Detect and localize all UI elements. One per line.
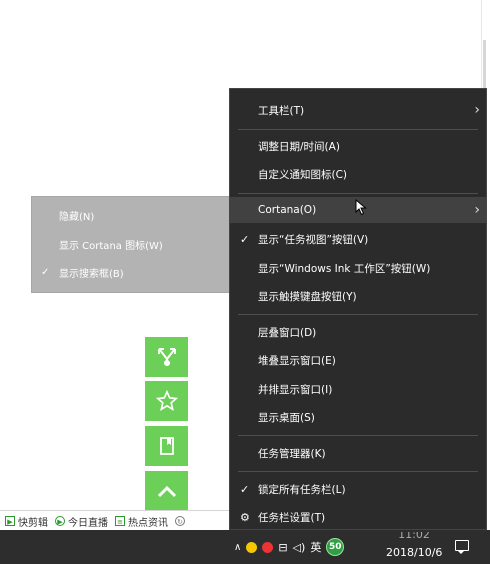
network-icon[interactable]: ⊟ [278,541,287,554]
cortana-submenu: 隐藏(N) 显示 Cortana 图标(W) ✓ 显示搜索框(B) [31,196,230,293]
menu-item-label: 显示桌面(S) [258,411,315,424]
menu-separator [238,435,478,436]
security-badge[interactable]: 50 [326,538,345,556]
menu-item-show-touch-keyboard[interactable]: 显示触摸键盘按钮(Y) [230,283,486,309]
submenu-item-label: 显示搜索框(B) [59,268,124,280]
toolbar-item-live[interactable]: ▶ 今日直播 [55,514,108,529]
menu-item-label: 工具栏(T) [258,104,305,117]
menu-item-task-manager[interactable]: 任务管理器(K) [230,440,486,466]
menu-item-cascade-windows[interactable]: 层叠窗口(D) [230,319,486,345]
chevron-right-icon: › [474,102,480,118]
back-to-top-button[interactable] [145,471,188,510]
play-circle-icon: ▶ [55,516,65,526]
toolbar-item-kuaijianji[interactable]: ▶ 快剪辑 [5,514,48,529]
menu-item-label: 显示“任务视图”按钮(V) [258,233,369,246]
menu-item-label: 自定义通知图标(C) [258,168,348,181]
chevron-right-icon: › [474,202,480,218]
submenu-item-hide[interactable]: 隐藏(N) [32,203,229,227]
show-hidden-icons-icon[interactable]: ∧ [234,542,241,553]
toolbar-item-label: 快剪辑 [18,517,48,529]
menu-item-show-desktop[interactable]: 显示桌面(S) [230,404,486,430]
check-icon: ✓ [41,266,50,278]
news-icon: ≡ [115,516,125,526]
bottom-toolbar: ▶ 快剪辑 ▶ 今日直播 ≡ 热点资讯 ↻ [0,510,230,531]
menu-item-label: 并排显示窗口(I) [258,383,333,396]
menu-item-customize-notification-icons[interactable]: 自定义通知图标(C) [230,161,486,187]
play-icon: ▶ [5,516,15,526]
gear-icon: ⚙ [240,510,250,524]
submenu-item-label: 显示 Cortana 图标(W) [59,240,163,252]
menu-item-label: 显示触摸键盘按钮(Y) [258,290,357,303]
toolbar-item-news[interactable]: ≡ 热点资讯 [115,514,168,529]
toolbar-item-more[interactable]: ↻ [175,516,188,526]
menu-item-adjust-datetime[interactable]: 调整日期/时间(A) [230,133,486,159]
app-tray-icon[interactable] [246,541,258,553]
ime-indicator[interactable]: 英 [310,539,321,555]
menu-item-toolbars[interactable]: 工具栏(T) › [230,97,486,123]
book-icon [159,437,174,455]
clock-time: 11:02 [386,532,442,538]
menu-item-show-task-view[interactable]: ✓ 显示“任务视图”按钮(V) [230,226,486,252]
menu-separator [238,193,478,194]
menu-item-stack-windows[interactable]: 堆叠显示窗口(E) [230,347,486,373]
mouse-cursor-icon [355,199,367,216]
menu-item-label: 锁定所有任务栏(L) [258,483,346,496]
clock[interactable]: 11:02 2018/10/6 [386,532,442,560]
menu-item-label: 任务管理器(K) [258,447,326,460]
share-button[interactable] [145,337,188,377]
chevron-up-icon [157,485,176,497]
share-icon [157,348,176,366]
refresh-icon: ↻ [175,516,185,526]
menu-item-lock-taskbar[interactable]: ✓ 锁定所有任务栏(L) [230,476,486,502]
submenu-item-show-cortana-icon[interactable]: 显示 Cortana 图标(W) [32,232,229,256]
menu-item-label: 任务栏设置(T) [258,511,326,524]
menu-item-label: 堆叠显示窗口(E) [258,354,336,367]
qq-icon[interactable] [262,541,274,553]
submenu-item-label: 隐藏(N) [59,211,95,223]
clock-date: 2018/10/6 [386,546,443,559]
action-center-icon[interactable] [455,540,469,554]
star-icon [155,390,178,411]
menu-item-taskbar-settings[interactable]: ⚙ 任务栏设置(T) [230,504,486,530]
menu-item-label: 显示“Windows Ink 工作区”按钮(W) [258,262,431,275]
menu-separator [238,314,478,315]
favorite-button[interactable] [145,381,188,421]
check-icon: ✓ [240,482,250,496]
menu-separator [238,471,478,472]
menu-item-label: 调整日期/时间(A) [258,140,340,153]
toolbar-item-label: 今日直播 [68,517,108,529]
menu-item-show-windows-ink[interactable]: 显示“Windows Ink 工作区”按钮(W) [230,255,486,281]
submenu-item-show-search-box[interactable]: ✓ 显示搜索框(B) [32,260,229,284]
taskbar-context-menu: 工具栏(T) › 调整日期/时间(A) 自定义通知图标(C) Cortana(O… [229,88,487,530]
toolbar-item-label: 热点资讯 [128,517,168,529]
bookmark-button[interactable] [145,426,188,466]
menu-item-label: 层叠窗口(D) [258,326,317,339]
check-icon: ✓ [240,232,250,246]
menu-item-label: Cortana(O) [258,204,317,216]
menu-separator [238,129,478,130]
menu-item-side-by-side[interactable]: 并排显示窗口(I) [230,376,486,402]
system-tray: ∧ ⊟ ◁) 英 50 [234,536,349,558]
volume-icon[interactable]: ◁) [293,541,306,554]
